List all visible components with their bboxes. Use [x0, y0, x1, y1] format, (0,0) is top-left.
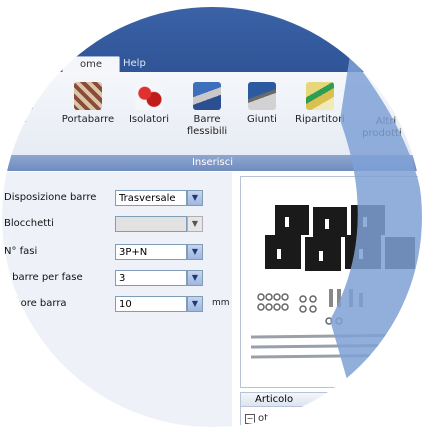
ribbon-button-label: Ripartitori: [295, 114, 345, 125]
ribbon-button-giunti[interactable]: Giunti: [240, 82, 284, 126]
grid-row[interactable]: − ot: [245, 413, 268, 424]
field-label: N° fasi: [4, 246, 38, 257]
distributor-icon: [306, 82, 334, 110]
application-window: ome Help rre Portabarre Isolatori Barre …: [0, 0, 425, 434]
chevron-down-icon[interactable]: ▼: [187, 244, 203, 260]
form-row-barre-per-fase: ° barre per fase 3 ▼: [0, 270, 232, 288]
busbar-icon: [5, 82, 33, 110]
chevron-down-icon[interactable]: ▼: [187, 270, 203, 286]
tab-home[interactable]: ome: [62, 56, 120, 73]
field-label: Blocchetti: [4, 218, 54, 229]
chevron-down-icon[interactable]: ▼: [187, 296, 203, 312]
ribbon-button-label: Portabarre: [61, 114, 115, 125]
busbar-kit-illustration: [250, 205, 422, 359]
product-preview: [240, 176, 425, 388]
collapse-icon[interactable]: −: [245, 414, 255, 424]
spessore-select[interactable]: 10: [115, 296, 187, 312]
busbar-block: [313, 207, 347, 237]
ribbon-button-label: Giunti: [247, 114, 277, 125]
ribbon-button-isolatori[interactable]: Isolatori: [124, 82, 174, 126]
unit-label: mm: [212, 298, 230, 308]
barre-per-fase-select[interactable]: 3: [115, 270, 187, 286]
field-label: ° barre per fase: [4, 272, 83, 283]
ribbon-button-ripartitori[interactable]: Ripartitori: [290, 82, 350, 126]
ribbon-tab-bar: ome Help: [0, 0, 425, 73]
ribbon-button-barre[interactable]: rre: [0, 82, 44, 126]
ribbon-button-label: rre: [12, 114, 26, 125]
busbar-block: [385, 237, 415, 269]
circular-screenshot: ome Help rre Portabarre Isolatori Barre …: [0, 0, 425, 434]
flexible-bar-icon: [193, 82, 221, 110]
form-row-disposizione: Disposizione barre Trasversale ▼: [0, 190, 232, 208]
chevron-down-icon[interactable]: ▼: [187, 190, 203, 206]
ribbon-button-portabarre[interactable]: Portabarre: [58, 82, 118, 126]
disposizione-select[interactable]: Trasversale: [115, 190, 187, 206]
ribbon-button-altri-prodotti[interactable]: Altri prodotti ▾: [356, 112, 416, 140]
busbar-block: [265, 235, 301, 269]
ribbon-button-label: Altri prodotti ▾: [362, 116, 410, 139]
ribbon-button-label: Barre flessibili: [186, 114, 228, 137]
grid-cell: ot: [258, 413, 269, 424]
form-row-blocchetti: Blocchetti ▼: [0, 216, 232, 234]
ribbon-button-barre-flessibili[interactable]: Barre flessibili: [182, 82, 232, 138]
grid-header-articolo[interactable]: Articolo: [241, 393, 425, 407]
busbar-block: [351, 205, 385, 235]
joint-icon: [248, 82, 276, 110]
settings-form: Disposizione barre Trasversale ▼ Blocche…: [0, 172, 232, 434]
chevron-down-icon[interactable]: ▼: [187, 216, 203, 232]
ribbon-button-label: Isolatori: [128, 114, 170, 125]
blocchetti-select[interactable]: [115, 216, 187, 232]
busbar-block: [275, 205, 309, 235]
form-row-spessore: essore barra 10 ▼ mm: [0, 296, 232, 314]
form-row-fasi: N° fasi 3P+N ▼: [0, 244, 232, 262]
ribbon-group-title: Inserisci: [0, 155, 425, 171]
fasi-select[interactable]: 3P+N: [115, 244, 187, 260]
field-label: essore barra: [4, 298, 67, 309]
field-label: Disposizione barre: [4, 192, 97, 203]
isolatori-icon: [135, 82, 163, 110]
tab-help[interactable]: Help: [123, 56, 146, 72]
articles-grid: Articolo − ot: [240, 392, 425, 434]
portabarre-icon: [74, 82, 102, 110]
